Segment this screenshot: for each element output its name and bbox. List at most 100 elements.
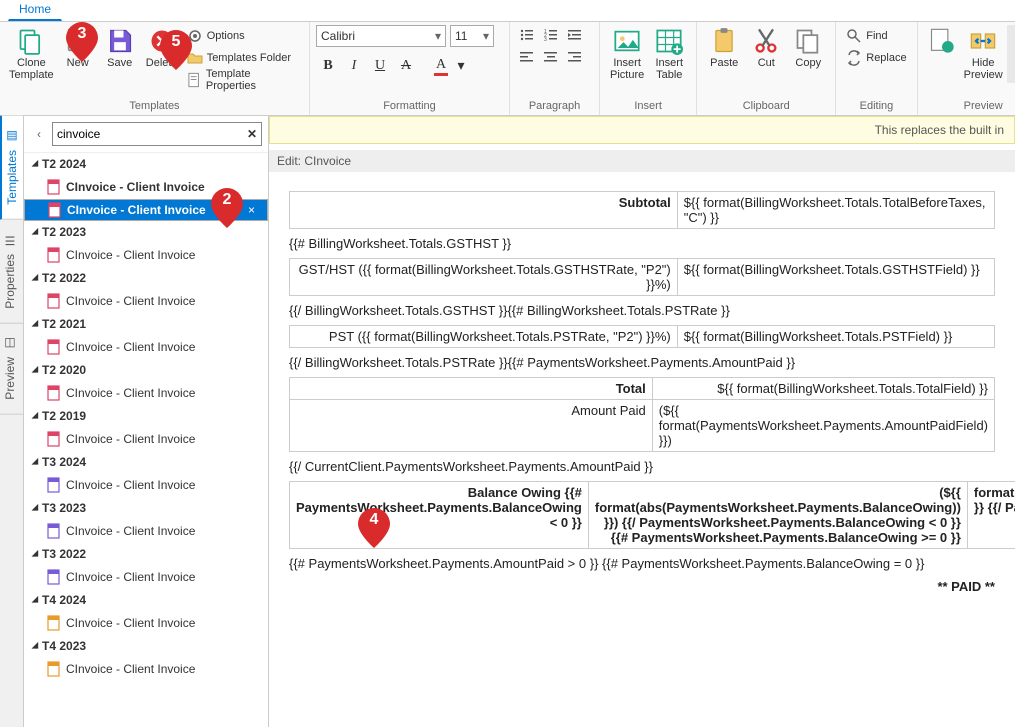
save-button[interactable]: Save (99, 25, 141, 71)
replace-button[interactable]: Replace (842, 47, 910, 69)
chevron-down-icon: ▾ (435, 29, 441, 43)
tree-group[interactable]: ◢T2 2020 (24, 359, 268, 381)
close-x-icon[interactable]: × (248, 203, 259, 217)
preview-tab-icon: ◫ (3, 337, 17, 351)
insert-table-button[interactable]: Insert Table (648, 25, 690, 83)
ribbon-tab-home[interactable]: Home (8, 0, 62, 21)
tree-item-label: CInvoice - Client Invoice (66, 340, 195, 354)
tree-group[interactable]: ◢T2 2022 (24, 267, 268, 289)
font-size-select[interactable]: 11▾ (450, 25, 494, 47)
template-file-icon (46, 247, 62, 263)
options-button[interactable]: Options (183, 25, 303, 47)
tree-item[interactable]: CInvoice - Client Invoice (24, 175, 268, 199)
cut-button[interactable]: Cut (745, 25, 787, 71)
tree-group[interactable]: ◢T3 2024 (24, 451, 268, 473)
tree-item[interactable]: CInvoice - Client Invoice (24, 657, 268, 681)
tree-item[interactable]: CInvoice - Client Invoice (24, 381, 268, 405)
italic-button[interactable]: I (342, 55, 366, 77)
template-file-icon (46, 431, 62, 447)
tree-item[interactable]: CInvoice - Client Invoice (24, 289, 268, 313)
copy-button[interactable]: Copy (787, 25, 829, 71)
gst-value-cell[interactable]: ${{ format(BillingWorksheet.Totals.GSTHS… (677, 259, 994, 296)
tree-group[interactable]: ◢T2 2023 (24, 221, 268, 243)
tree-item[interactable]: CInvoice - Client Invoice (24, 335, 268, 359)
font-family-select[interactable]: Calibri▾ (316, 25, 446, 47)
align-left-button[interactable] (516, 47, 538, 67)
gear-icon (187, 28, 203, 44)
delete-icon (148, 27, 176, 55)
hide-preview-button[interactable]: Hide Preview (960, 25, 1007, 83)
gst-label-cell[interactable]: GST/HST ({{ format(BillingWorksheet.Tota… (290, 259, 678, 296)
tree-item[interactable]: CInvoice - Client Invoice× (24, 199, 268, 221)
bullet-list-button[interactable] (516, 25, 538, 45)
template-properties-button[interactable]: Template Properties (183, 69, 303, 91)
vtab-preview[interactable]: Preview◫ (0, 323, 23, 415)
subtotal-value-cell[interactable]: ${{ format(BillingWorksheet.Totals.Total… (677, 192, 994, 229)
tree-item[interactable]: CInvoice - Client Invoice (24, 565, 268, 589)
align-center-button[interactable] (540, 47, 562, 67)
tree-item[interactable]: CInvoice - Client Invoice (24, 427, 268, 451)
find-button[interactable]: Find (842, 25, 910, 47)
pst-value-cell[interactable]: ${{ format(BillingWorksheet.Totals.PSTFi… (677, 326, 994, 348)
strikethrough-button[interactable]: A (394, 55, 418, 77)
group-title-templates: Templates (6, 98, 303, 114)
token-paid-conditions[interactable]: {{# PaymentsWorksheet.Payments.AmountPai… (289, 552, 995, 575)
tree-item[interactable]: CInvoice - Client Invoice (24, 519, 268, 543)
token-pst-close-amtpaid-open[interactable]: {{/ BillingWorksheet.Totals.PSTRate }}{{… (289, 351, 995, 374)
paid-stamp[interactable]: ** PAID ** (289, 575, 995, 598)
tree-group[interactable]: ◢T4 2023 (24, 635, 268, 657)
token-gsthst-open[interactable]: {{# BillingWorksheet.Totals.GSTHST }} (289, 232, 995, 255)
search-back-button[interactable]: ‹ (30, 125, 48, 143)
insert-picture-button[interactable]: Insert Picture (606, 25, 648, 83)
tree-item[interactable]: CInvoice - Client Invoice (24, 611, 268, 635)
paste-button[interactable]: Paste (703, 25, 745, 71)
tree-twisty-icon: ◢ (32, 640, 38, 652)
tree-twisty-icon: ◢ (32, 158, 38, 170)
total-label-cell[interactable]: Total (290, 378, 653, 400)
edit-title-bar: Edit: CInvoice (269, 150, 1015, 172)
tree-group[interactable]: ◢T2 2021 (24, 313, 268, 335)
numbered-list-button[interactable]: 123 (540, 25, 562, 45)
amtpaid-value-cell[interactable]: (${{ format(PaymentsWorksheet.Payments.A… (652, 400, 994, 452)
token-gsthst-close-pst-open[interactable]: {{/ BillingWorksheet.Totals.GSTHST }}{{#… (289, 299, 995, 322)
amtpaid-label-cell[interactable]: Amount Paid (290, 400, 653, 452)
indent-button[interactable] (564, 25, 586, 45)
search-input[interactable] (57, 127, 247, 141)
template-editor[interactable]: Subtotal ${{ format(BillingWorksheet.Tot… (269, 172, 1015, 727)
underline-button[interactable]: U (368, 55, 392, 77)
tree-group[interactable]: ◢T4 2024 (24, 589, 268, 611)
subtotal-label-cell[interactable]: Subtotal (290, 192, 678, 229)
vtab-properties[interactable]: Properties☰ (0, 220, 23, 324)
new-button[interactable]: New (57, 25, 99, 71)
align-right-button[interactable] (564, 47, 586, 67)
show-preview-button[interactable]: Sho pre (1007, 25, 1015, 83)
tree-group[interactable]: ◢T3 2023 (24, 497, 268, 519)
vertical-tab-strip: Templates▤ Properties☰ Preview◫ (0, 116, 24, 727)
group-title-insert: Insert (606, 98, 690, 114)
balance-value-cell-2[interactable]: format(Pay }} {{/ Payn (967, 482, 1015, 549)
picture-icon (613, 27, 641, 55)
search-clear-button[interactable]: ✕ (247, 127, 257, 141)
pst-label-cell[interactable]: PST ({{ format(BillingWorksheet.Totals.P… (290, 326, 678, 348)
delete-button[interactable]: Delete (141, 25, 183, 71)
replace-icon (846, 50, 862, 66)
font-color-button[interactable]: A (429, 55, 453, 77)
clone-template-button[interactable]: Clone Template (6, 25, 57, 83)
templates-folder-button[interactable]: Templates Folder (183, 47, 303, 69)
tree-item-label: CInvoice - Client Invoice (66, 478, 195, 492)
tree-group[interactable]: ◢T2 2024 (24, 153, 268, 175)
preview-form-button[interactable] (924, 25, 960, 59)
bold-button[interactable]: B (316, 55, 340, 77)
tree-twisty-icon: ◢ (32, 318, 38, 330)
tree-item[interactable]: CInvoice - Client Invoice (24, 473, 268, 497)
tree-item[interactable]: CInvoice - Client Invoice (24, 243, 268, 267)
vtab-templates[interactable]: Templates▤ (0, 116, 23, 220)
total-value-cell[interactable]: ${{ format(BillingWorksheet.Totals.Total… (652, 378, 994, 400)
balance-value-cell-1[interactable]: (${{ format(abs(PaymentsWorksheet.Paymen… (588, 482, 967, 549)
tree-group[interactable]: ◢T3 2022 (24, 543, 268, 565)
balance-label-cell[interactable]: Balance Owing {{# PaymentsWorksheet.Paym… (290, 482, 589, 549)
font-color-dropdown[interactable]: ▾ (455, 55, 467, 77)
tree-group[interactable]: ◢T2 2019 (24, 405, 268, 427)
save-icon (106, 27, 134, 55)
token-amtpaid-close[interactable]: {{/ CurrentClient.PaymentsWorksheet.Paym… (289, 455, 995, 478)
